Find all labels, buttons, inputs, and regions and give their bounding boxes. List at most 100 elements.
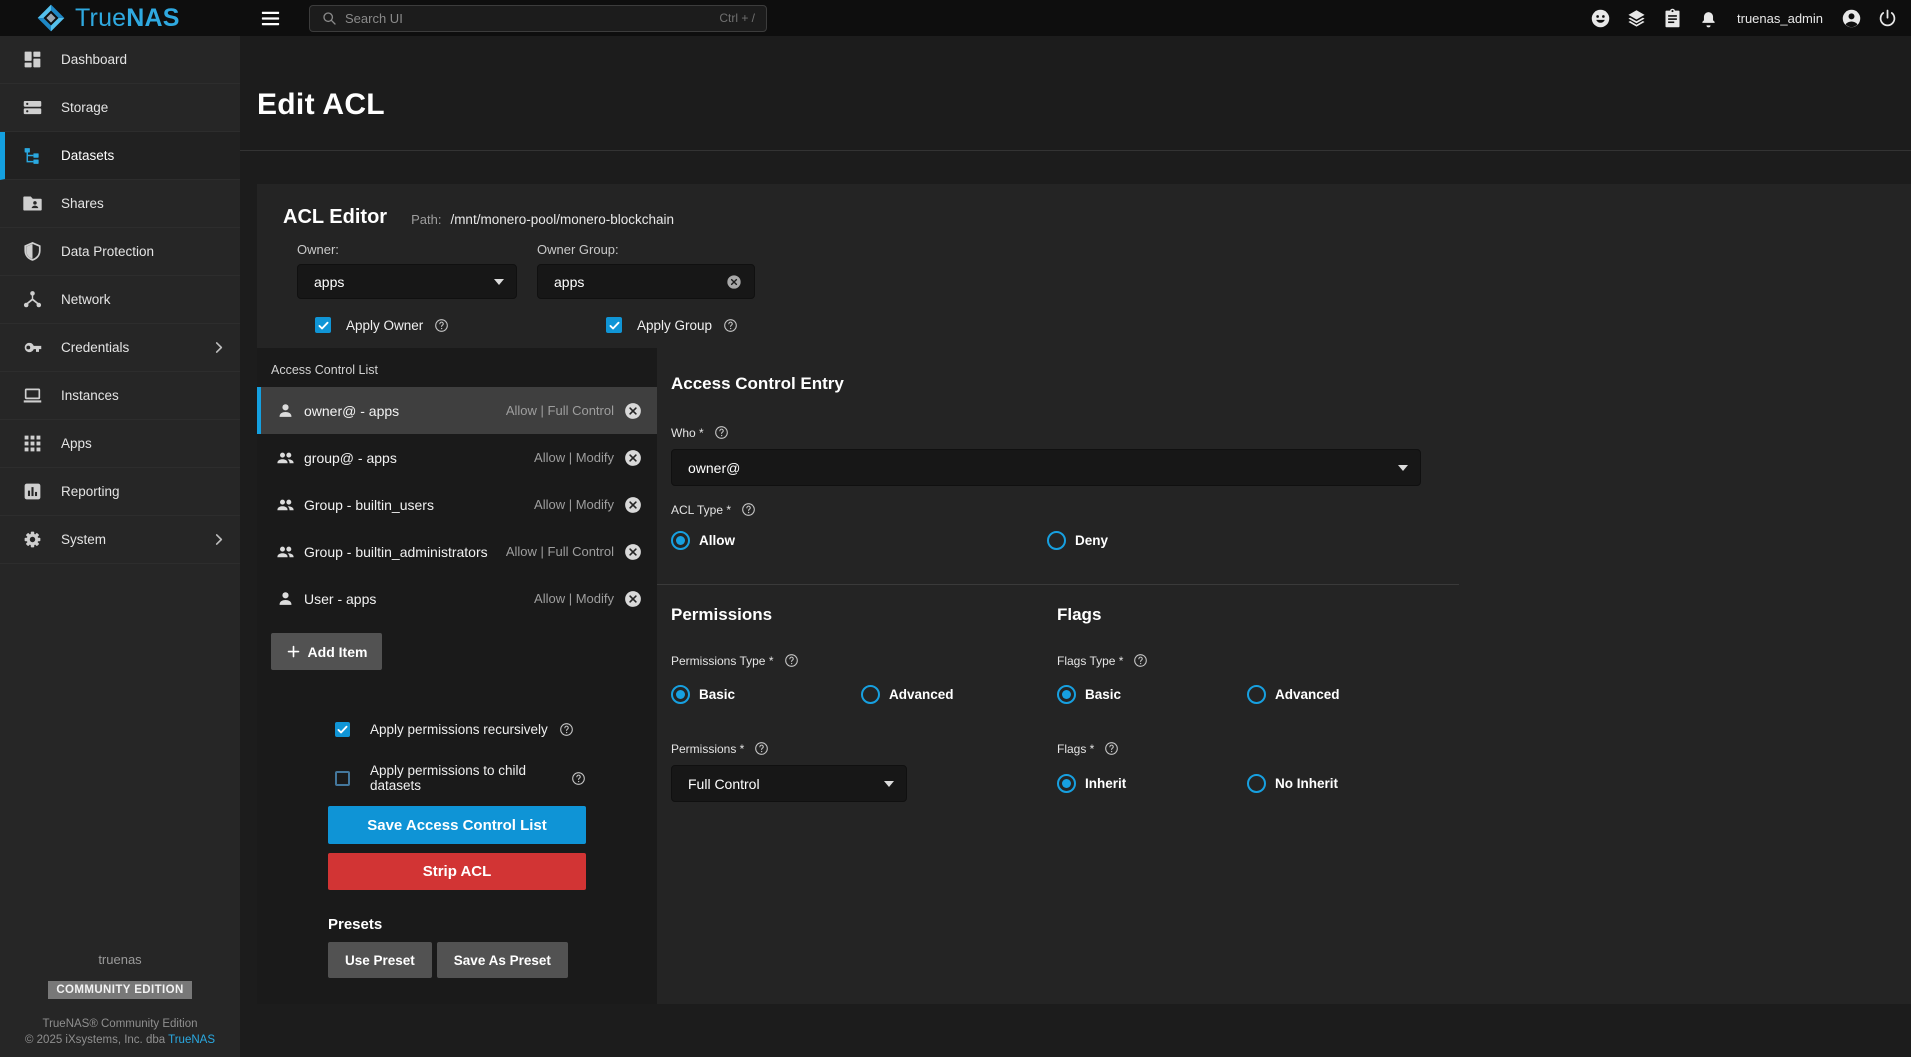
sidebar-item-reporting[interactable]: Reporting — [0, 468, 240, 516]
radio-icon — [1057, 774, 1076, 793]
sidebar-item-label: Apps — [61, 436, 92, 451]
apply-child-datasets-label: Apply permissions to child datasets — [370, 763, 560, 793]
permissions-type-basic-radio[interactable]: Basic — [671, 685, 861, 704]
hostname: truenas — [0, 952, 240, 967]
search-icon — [321, 10, 337, 26]
apply-child-datasets-checkbox[interactable] — [335, 771, 350, 786]
sidebar-item-shares[interactable]: Shares — [0, 180, 240, 228]
sidebar-item-data-protection[interactable]: Data Protection — [0, 228, 240, 276]
sidebar-item-label: Network — [61, 292, 111, 307]
ace-section-divider — [657, 584, 1459, 585]
presets-heading: Presets — [328, 916, 586, 933]
flags-heading: Flags — [1057, 605, 1340, 625]
save-acl-button[interactable]: Save Access Control List — [328, 806, 586, 844]
apply-recursively-label: Apply permissions recursively — [370, 722, 548, 737]
owner-group-input[interactable]: apps — [537, 264, 755, 299]
help-icon[interactable] — [741, 502, 756, 517]
check-icon — [336, 723, 349, 736]
user-avatar-icon[interactable] — [1841, 8, 1862, 29]
acl-actions-block: Apply permissions recursively Apply perm… — [328, 722, 586, 978]
sidebar-item-label: Data Protection — [61, 244, 154, 259]
use-preset-button[interactable]: Use Preset — [328, 942, 432, 978]
flags-type-basic-radio[interactable]: Basic — [1057, 685, 1247, 704]
check-icon — [608, 319, 621, 332]
acl-columns: Access Control List owner@ - apps Allow … — [257, 348, 1911, 1004]
acl-type-deny-radio[interactable]: Deny — [1047, 531, 1108, 550]
add-item-button[interactable]: Add Item — [271, 633, 382, 670]
reporting-chart-icon — [22, 481, 43, 502]
strip-acl-button[interactable]: Strip ACL — [328, 853, 586, 890]
flags-column: Flags Flags Type * Basic — [1043, 605, 1340, 802]
acl-entry-permissions: Allow | Modify — [534, 591, 614, 606]
acl-editor-heading: ACL Editor — [283, 206, 387, 229]
sidebar-item-label: System — [61, 532, 106, 547]
apply-recursively-checkbox[interactable] — [335, 722, 350, 737]
ace-heading: Access Control Entry — [671, 374, 1911, 394]
help-icon[interactable] — [1133, 653, 1148, 668]
save-as-preset-button[interactable]: Save As Preset — [437, 942, 568, 978]
help-icon[interactable] — [1104, 741, 1119, 756]
apply-owner-checkbox[interactable] — [315, 317, 331, 333]
sidebar-item-storage[interactable]: Storage — [0, 84, 240, 132]
apply-owner-row: Apply Owner — [315, 317, 606, 333]
acl-entry-row[interactable]: User - apps Allow | Modify — [257, 575, 657, 622]
permissions-type-label: Permissions Type * — [671, 654, 774, 668]
username[interactable]: truenas_admin — [1737, 11, 1823, 26]
sidebar-item-datasets[interactable]: Datasets — [0, 132, 240, 180]
search-input[interactable] — [345, 11, 711, 26]
power-icon[interactable] — [1877, 8, 1898, 29]
help-icon[interactable] — [723, 318, 738, 333]
acl-entry-row[interactable]: Group - builtin_administrators Allow | F… — [257, 528, 657, 575]
flags-type-advanced-radio[interactable]: Advanced — [1247, 685, 1340, 704]
acl-entry-permissions: Allow | Modify — [534, 450, 614, 465]
acl-rows: owner@ - apps Allow | Full Control group… — [257, 387, 657, 622]
permissions-select[interactable]: Full Control — [671, 765, 907, 802]
acl-entry-permissions: Allow | Full Control — [506, 544, 614, 559]
owner-select[interactable]: apps — [297, 264, 517, 299]
search-box[interactable]: Ctrl + / — [309, 5, 767, 32]
apply-group-checkbox[interactable] — [606, 317, 622, 333]
flags-no-inherit-radio[interactable]: No Inherit — [1247, 774, 1338, 793]
recursive-checkbox-row: Apply permissions recursively — [328, 722, 586, 737]
delete-entry-icon[interactable] — [624, 496, 642, 514]
delete-entry-icon[interactable] — [624, 402, 642, 420]
help-icon[interactable] — [434, 318, 449, 333]
hamburger-menu-icon[interactable] — [259, 7, 282, 30]
acl-entry-row[interactable]: group@ - apps Allow | Modify — [257, 434, 657, 481]
child-datasets-checkbox-row: Apply permissions to child datasets — [328, 763, 586, 793]
permissions-column: Permissions Permissions Type * Basic — [657, 605, 1043, 802]
delete-entry-icon[interactable] — [624, 543, 642, 561]
flags-inherit-radio[interactable]: Inherit — [1057, 774, 1247, 793]
sidebar-item-credentials[interactable]: Credentials — [0, 324, 240, 372]
help-icon[interactable] — [571, 771, 586, 786]
radio-icon — [861, 685, 880, 704]
acl-entry-row[interactable]: owner@ - apps Allow | Full Control — [257, 387, 657, 434]
sidebar-item-instances[interactable]: Instances — [0, 372, 240, 420]
layers-icon[interactable] — [1626, 8, 1647, 29]
sidebar-item-network[interactable]: Network — [0, 276, 240, 324]
sidebar-item-apps[interactable]: Apps — [0, 420, 240, 468]
acl-entry-row[interactable]: Group - builtin_users Allow | Modify — [257, 481, 657, 528]
help-icon[interactable] — [714, 425, 729, 440]
truenas-logo-link[interactable]: TrueNAS — [0, 3, 240, 33]
alerts-bell-icon[interactable] — [1698, 8, 1719, 29]
sidebar: Dashboard Storage Datasets Shares Data P… — [0, 36, 240, 1057]
feedback-smiley-icon[interactable] — [1590, 8, 1611, 29]
jobs-clipboard-icon[interactable] — [1662, 8, 1683, 29]
who-select[interactable]: owner@ — [671, 449, 1421, 486]
acl-type-allow-radio[interactable]: Allow — [671, 531, 1047, 550]
acl-editor-header: ACL Editor Path: /mnt/monero-pool/monero… — [257, 184, 1911, 229]
delete-entry-icon[interactable] — [624, 590, 642, 608]
sidebar-item-dashboard[interactable]: Dashboard — [0, 36, 240, 84]
help-icon[interactable] — [784, 653, 799, 668]
help-icon[interactable] — [559, 722, 574, 737]
help-icon[interactable] — [754, 741, 769, 756]
permissions-type-advanced-radio[interactable]: Advanced — [861, 685, 954, 704]
acl-list-title: Access Control List — [257, 348, 657, 377]
sidebar-item-system[interactable]: System — [0, 516, 240, 564]
delete-entry-icon[interactable] — [624, 449, 642, 467]
preset-buttons-row: Use Preset Save As Preset — [328, 942, 586, 978]
truenas-footer-link[interactable]: TrueNAS — [168, 1034, 215, 1046]
clear-input-icon[interactable] — [726, 274, 742, 290]
sidebar-item-label: Storage — [61, 100, 108, 115]
